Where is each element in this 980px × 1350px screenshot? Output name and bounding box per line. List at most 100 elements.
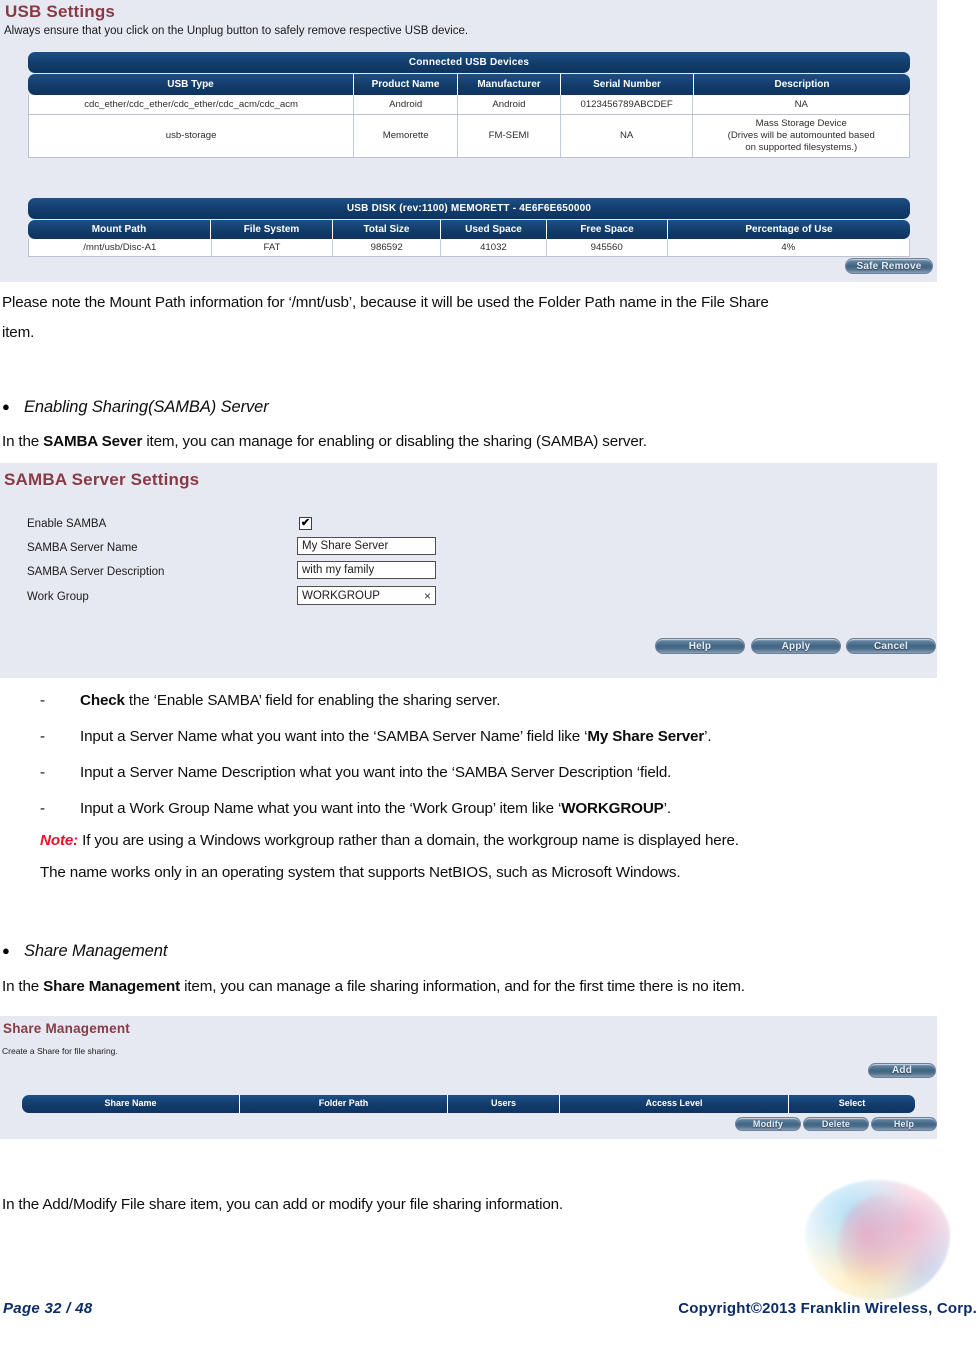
connected-usb-devices-header: USB Type Product Name Manufacturer Seria… [28, 74, 910, 95]
cell-product-name: Android [354, 95, 459, 114]
samba-server-description-input[interactable]: with my family [297, 561, 436, 579]
samba-server-name-value: My Share Server [302, 540, 389, 552]
cell-description: NA [794, 98, 808, 110]
step-text: Input a Server Name Description what you… [80, 758, 671, 788]
step-item-check-enable-samba: - Check the ‘Enable SAMBA’ field for ena… [40, 686, 980, 716]
check-icon: ✔ [300, 517, 311, 529]
cell-mount-path: /mnt/usb/Disc-A1 [29, 239, 212, 256]
mount-path-note-line2: item. [2, 324, 35, 341]
cell-usb-type: usb-storage [29, 115, 355, 157]
column-header-select: Select [838, 1098, 866, 1109]
work-group-input[interactable]: WORKGROUP × [297, 586, 436, 605]
usb-disk-band: USB DISK (rev:1100) MEMORETT - 4E6F6E650… [28, 198, 910, 219]
cell-serial-number: 0123456789ABCDEF [561, 95, 694, 114]
column-header-free-space: Free Space [547, 220, 668, 239]
add-share-button[interactable]: Add [868, 1063, 936, 1078]
share-intro-suffix: item, you can manage a file sharing info… [180, 978, 745, 995]
samba-intro-paragraph: In the SAMBA Sever item, you can manage … [2, 427, 978, 457]
modify-share-button[interactable]: Modify [735, 1117, 801, 1131]
cell-description: Mass Storage Device (Drives will be auto… [727, 118, 875, 153]
delete-share-button[interactable]: Delete [803, 1117, 869, 1131]
samba-cancel-button[interactable]: Cancel [846, 638, 936, 654]
share-intro-bold: Share Management [43, 978, 181, 995]
samba-server-name-input[interactable]: My Share Server [297, 537, 436, 555]
step-prefix: Input a Server Name what you want into t… [80, 728, 588, 745]
dash-marker: - [40, 728, 45, 745]
share-management-table-header: Share Name Folder Path Users Access Leve… [22, 1095, 915, 1113]
connected-usb-devices-band: Connected USB Devices [28, 52, 910, 73]
usb-disk-header: Mount Path File System Total Size Used S… [28, 220, 910, 239]
section-heading-share-management: ● Share Management [2, 936, 702, 966]
step-prefix: Input a Work Group Name what you want in… [80, 800, 562, 817]
column-header-mount-path: Mount Path [28, 220, 211, 239]
table-row: usb-storage Memorette FM-SEMI NA Mass St… [28, 115, 910, 158]
section-heading-label: Share Management [24, 942, 168, 960]
note-paragraph-line2: The name works only in an operating syst… [40, 864, 681, 881]
column-header-percentage-of-use: Percentage of Use [745, 224, 833, 235]
table-row: /mnt/usb/Disc-A1 FAT 986592 41032 945560… [28, 239, 910, 257]
samba-help-button[interactable]: Help [655, 638, 745, 654]
samba-server-settings-panel: SAMBA Server Settings Enable SAMBA ✔ SAM… [0, 463, 937, 678]
bullet-icon: ● [2, 399, 10, 414]
column-header-file-system: File System [211, 220, 333, 239]
column-header-serial-number: Serial Number [561, 74, 694, 95]
column-header-users: Users [448, 1095, 560, 1113]
note-text: If you are using a Windows workgroup rat… [78, 832, 739, 849]
safe-remove-button[interactable]: Safe Remove [845, 258, 933, 274]
step-item-server-name: - Input a Server Name what you want into… [40, 722, 980, 752]
share-management-subtitle: Create a Share for file sharing. [2, 1046, 118, 1056]
note-paragraph: Note: If you are using a Windows workgro… [40, 826, 978, 856]
note-label: Note: [40, 832, 79, 849]
share-intro-prefix: In the [2, 978, 44, 995]
samba-apply-button[interactable]: Apply [751, 638, 841, 654]
samba-settings-title: SAMBA Server Settings [4, 470, 200, 489]
cell-used-space: 41032 [441, 239, 547, 256]
field-label-work-group: Work Group [27, 591, 89, 603]
cell-percentage-of-use: 4% [781, 241, 796, 253]
cell-total-size: 986592 [333, 239, 442, 256]
column-header-share-name: Share Name [22, 1095, 240, 1113]
samba-server-description-value: with my family [302, 564, 375, 576]
table-row: cdc_ether/cdc_ether/cdc_ether/cdc_acm/cd… [28, 95, 910, 115]
dash-marker: - [40, 800, 45, 817]
column-header-used-space: Used Space [441, 220, 547, 239]
column-header-manufacturer: Manufacturer [458, 74, 561, 95]
cell-product-name: Memorette [354, 115, 459, 157]
share-management-title: Share Management [3, 1021, 130, 1036]
samba-intro-suffix: item, you can manage for enabling or dis… [142, 433, 647, 450]
step-text: Input a Server Name what you want into t… [80, 722, 712, 752]
dash-marker: - [40, 764, 45, 781]
column-header-folder-path: Folder Path [240, 1095, 448, 1113]
field-label-enable-samba: Enable SAMBA [27, 518, 107, 530]
step-item-work-group: - Input a Work Group Name what you want … [40, 794, 980, 824]
usb-settings-panel: USB Settings Always ensure that you clic… [0, 0, 937, 282]
enable-samba-checkbox[interactable]: ✔ [299, 517, 312, 530]
cell-manufacturer: FM-SEMI [458, 115, 561, 157]
step-bold: WORKGROUP [561, 800, 664, 817]
step-bold: Check [80, 692, 125, 709]
cell-free-space: 945560 [547, 239, 668, 256]
copyright-notice: Copyright©2013 Franklin Wireless, Corp. [678, 1300, 977, 1317]
clear-icon[interactable]: × [424, 589, 431, 603]
section-heading-label: Enabling Sharing(SAMBA) Server [24, 398, 269, 416]
cell-usb-type: cdc_ether/cdc_ether/cdc_ether/cdc_acm/cd… [29, 95, 355, 114]
cell-serial-number: NA [561, 115, 694, 157]
usb-settings-subtitle: Always ensure that you click on the Unpl… [4, 25, 469, 37]
step-item-server-description: - Input a Server Name Description what y… [40, 758, 980, 788]
bullet-icon: ● [2, 943, 10, 958]
column-header-description: Description [774, 79, 830, 90]
step-text: Check the ‘Enable SAMBA’ field for enabl… [80, 686, 500, 716]
column-header-usb-type: USB Type [28, 74, 354, 95]
step-suffix: ’. [704, 728, 712, 745]
share-intro-paragraph: In the Share Management item, you can ma… [2, 972, 978, 1002]
step-text: Input a Work Group Name what you want in… [80, 794, 671, 824]
section-heading-enabling-sharing: ● Enabling Sharing(SAMBA) Server [2, 392, 702, 422]
step-prefix: Input a Server Name Description what you… [80, 764, 672, 781]
cell-file-system: FAT [212, 239, 334, 256]
mount-path-note-line1: Please note the Mount Path information f… [2, 294, 769, 311]
samba-intro-prefix: In the [2, 433, 44, 450]
step-suffix: ’. [663, 800, 671, 817]
dash-marker: - [40, 692, 45, 709]
samba-intro-bold: SAMBA Sever [43, 433, 143, 450]
share-help-button[interactable]: Help [871, 1117, 937, 1131]
